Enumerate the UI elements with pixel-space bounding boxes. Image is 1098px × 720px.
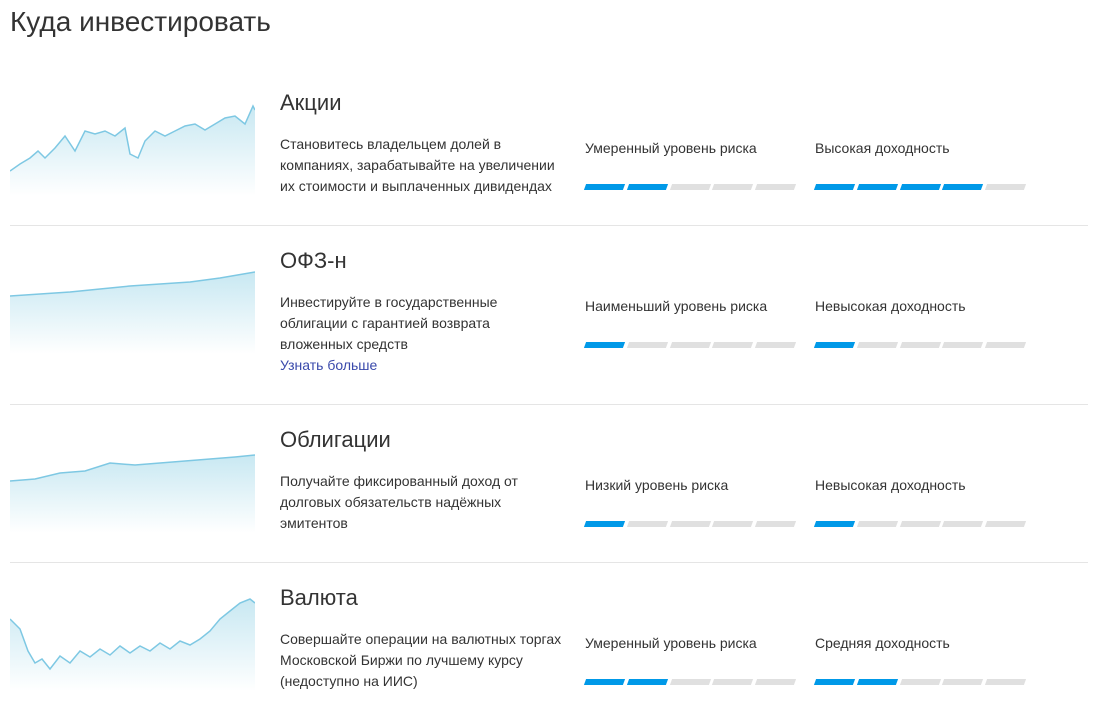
learn-more-link[interactable]: Узнать больше [280, 357, 377, 373]
risk-column: Низкий уровень риска [585, 433, 815, 527]
level-bar [670, 679, 711, 685]
investment-title: Облигации [280, 427, 565, 453]
level-bar [584, 521, 625, 527]
return-bars [815, 521, 1025, 527]
level-bar [985, 184, 1026, 190]
level-bar [712, 521, 753, 527]
level-bar [627, 184, 668, 190]
level-bar [755, 184, 796, 190]
level-bar [670, 184, 711, 190]
level-bar [627, 521, 668, 527]
level-bar [755, 342, 796, 348]
level-bar [900, 184, 941, 190]
level-bar [942, 342, 983, 348]
level-bar [985, 679, 1026, 685]
sparkline-chart [10, 254, 255, 354]
return-label: Высокая доходность [815, 140, 1025, 156]
level-bar [900, 342, 941, 348]
level-bar [857, 184, 898, 190]
risk-bars [585, 521, 795, 527]
investment-row: Валюта Совершайте операции на валютных т… [10, 562, 1088, 720]
description-column: Акции Становитесь владельцем долей в ком… [255, 96, 585, 197]
sparkline-chart [10, 433, 255, 533]
return-column: Средняя доходность [815, 591, 1045, 685]
investment-title: Акции [280, 90, 565, 116]
level-bar [900, 521, 941, 527]
level-bar [814, 184, 855, 190]
return-column: Невысокая доходность [815, 254, 1045, 348]
level-bar [942, 679, 983, 685]
description-column: ОФЗ-н Инвестируйте в государственные обл… [255, 254, 585, 376]
page-title: Куда инвестировать [10, 0, 1088, 68]
level-bar [814, 342, 855, 348]
investment-row: Акции Становитесь владельцем долей в ком… [10, 68, 1088, 225]
level-bar [814, 521, 855, 527]
risk-column: Наименьший уровень риска [585, 254, 815, 348]
chart-column [10, 254, 255, 354]
level-bar [942, 184, 983, 190]
level-bar [627, 679, 668, 685]
level-bar [755, 521, 796, 527]
investment-title: ОФЗ-н [280, 248, 565, 274]
description-column: Облигации Получайте фиксированный доход … [255, 433, 585, 534]
chart-column [10, 433, 255, 533]
risk-column: Умеренный уровень риска [585, 591, 815, 685]
investment-description: Получайте фиксированный доход от долговы… [280, 471, 565, 534]
level-bar [627, 342, 668, 348]
risk-bars [585, 679, 795, 685]
level-bar [814, 679, 855, 685]
risk-label: Низкий уровень риска [585, 477, 795, 493]
level-bar [584, 679, 625, 685]
level-bar [712, 679, 753, 685]
sparkline-chart [10, 96, 255, 196]
risk-bars [585, 342, 795, 348]
level-bar [857, 521, 898, 527]
level-bar [712, 342, 753, 348]
level-bar [670, 342, 711, 348]
return-label: Невысокая доходность [815, 477, 1025, 493]
level-bar [900, 679, 941, 685]
level-bar [584, 184, 625, 190]
risk-label: Умеренный уровень риска [585, 635, 795, 651]
sparkline-chart [10, 591, 255, 691]
investment-description: Становитесь владельцем долей в компаниях… [280, 134, 565, 197]
investment-title: Валюта [280, 585, 565, 611]
level-bar [942, 521, 983, 527]
description-column: Валюта Совершайте операции на валютных т… [255, 591, 585, 692]
chart-column [10, 591, 255, 691]
level-bar [584, 342, 625, 348]
return-column: Высокая доходность [815, 96, 1045, 190]
return-bars [815, 679, 1025, 685]
return-bars [815, 342, 1025, 348]
level-bar [755, 679, 796, 685]
risk-label: Наименьший уровень риска [585, 298, 795, 314]
investment-description: Совершайте операции на валютных торгах М… [280, 629, 565, 692]
chart-column [10, 96, 255, 196]
risk-label: Умеренный уровень риска [585, 140, 795, 156]
risk-bars [585, 184, 795, 190]
return-label: Невысокая доходность [815, 298, 1025, 314]
return-label: Средняя доходность [815, 635, 1025, 651]
level-bar [670, 521, 711, 527]
investment-row: Облигации Получайте фиксированный доход … [10, 404, 1088, 562]
investment-description: Инвестируйте в государственные облигации… [280, 292, 565, 376]
risk-column: Умеренный уровень риска [585, 96, 815, 190]
level-bar [985, 521, 1026, 527]
level-bar [712, 184, 753, 190]
return-bars [815, 184, 1025, 190]
investment-row: ОФЗ-н Инвестируйте в государственные обл… [10, 225, 1088, 404]
return-column: Невысокая доходность [815, 433, 1045, 527]
level-bar [857, 342, 898, 348]
level-bar [985, 342, 1026, 348]
level-bar [857, 679, 898, 685]
